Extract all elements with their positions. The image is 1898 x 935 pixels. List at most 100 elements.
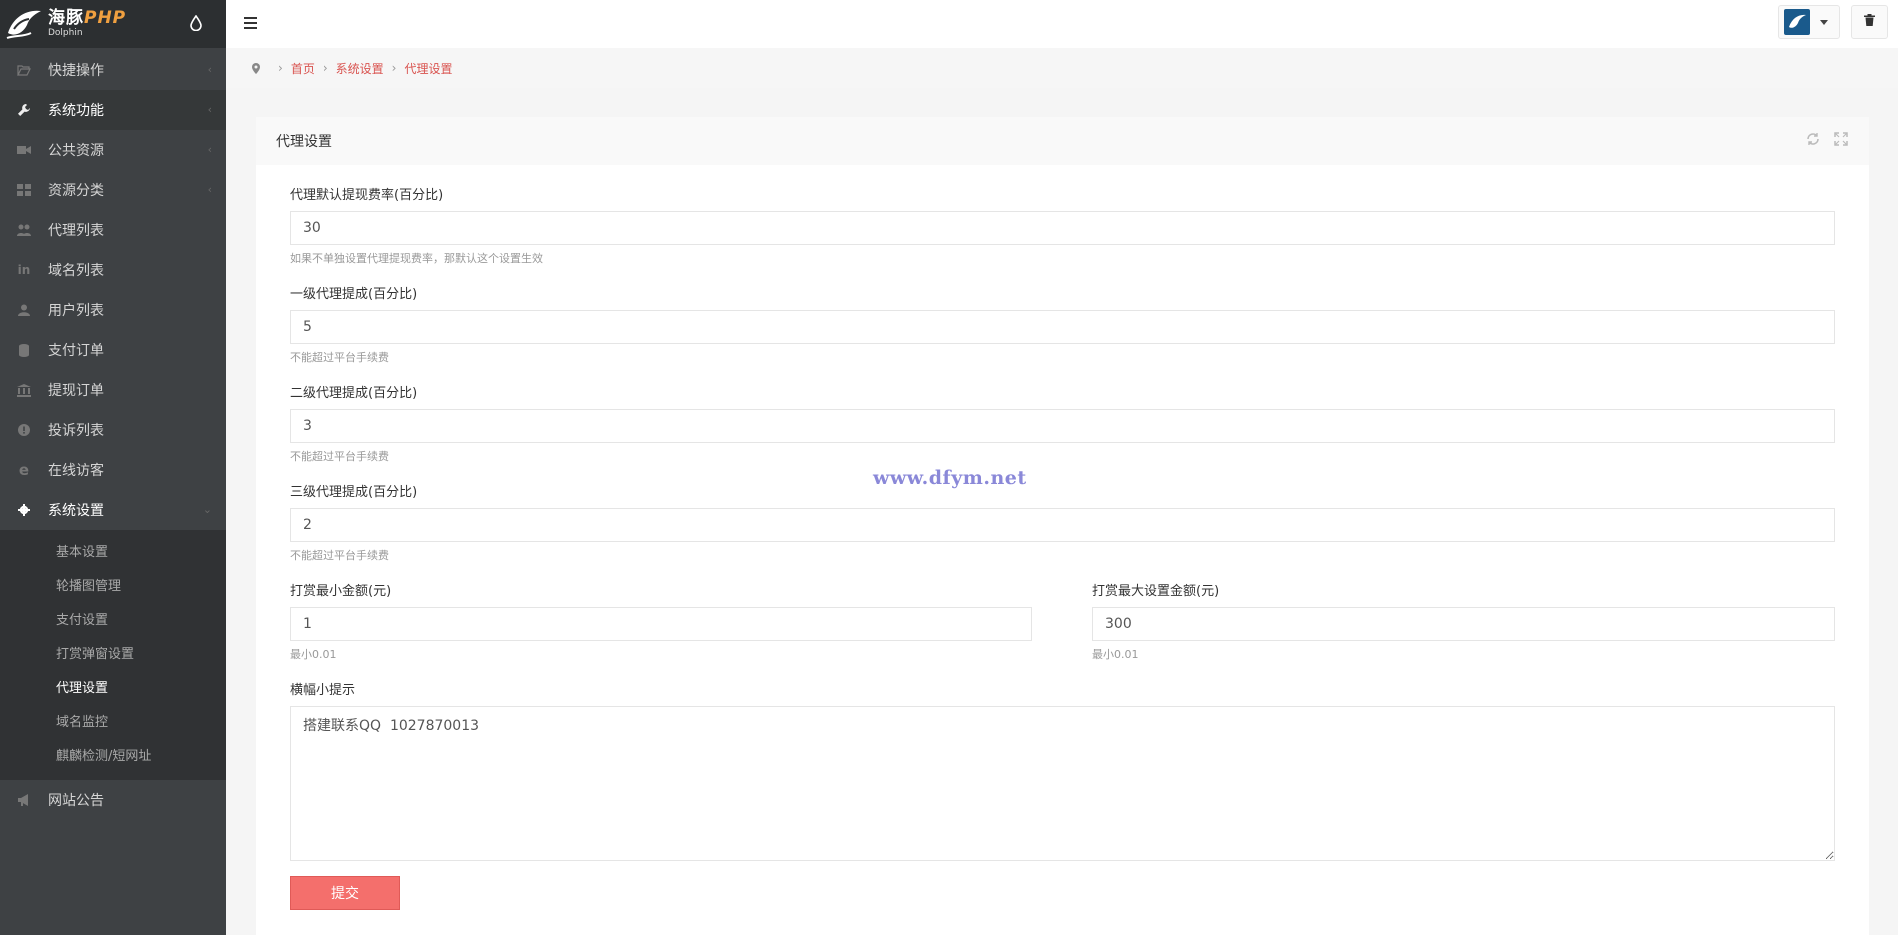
caret-down-icon (1820, 19, 1828, 25)
submit-button[interactable]: 提交 (290, 876, 400, 910)
sidebar-item-label: 提现订单 (48, 383, 104, 399)
brand-logo[interactable]: 海豚PHP Dolphin (0, 0, 226, 48)
breadcrumb-home[interactable]: 首页 (291, 60, 315, 77)
agent-settings-card: 代理设置 代理默认提现费率(百分比) 如果不单独设置代理提现费率，那默认这个设置… (256, 117, 1869, 935)
sidebar-item-label: 域名列表 (48, 263, 104, 279)
tip-min-hint: 最小0.01 (290, 648, 337, 661)
sidebar-item-system-functions[interactable]: 系统功能 ‹ (0, 90, 226, 130)
tip-min-input[interactable] (290, 607, 1032, 641)
alert-circle-icon (15, 423, 33, 437)
user-icon (15, 303, 33, 317)
gear-icon (15, 503, 33, 517)
tip-max-label: 打赏最大设置金额(元) (1092, 584, 1220, 599)
avatar (1784, 9, 1810, 35)
sidebar-item-site-announcement[interactable]: 网站公告 (0, 780, 226, 820)
tip-min-label: 打赏最小金额(元) (290, 584, 392, 599)
sidebar-item-label: 公共资源 (48, 143, 104, 159)
sidebar-subnav-system-settings: 基本设置 轮播图管理 支付设置 打赏弹窗设置 代理设置 域名监控 麒麟检测/短网… (0, 530, 226, 780)
breadcrumb-agent-settings[interactable]: 代理设置 (404, 60, 452, 77)
wrench-icon (15, 103, 33, 117)
sidebar-item-label: 网站公告 (48, 793, 104, 809)
sidebar-item-complaint-list[interactable]: 投诉列表 (0, 410, 226, 450)
sidebar: 海豚PHP Dolphin 快捷操作 ‹ 系统功能 ‹ 公共资源 ‹ 资源分类 … (0, 0, 226, 935)
sidebar-item-label: 代理列表 (48, 223, 104, 239)
refresh-icon[interactable] (1805, 131, 1821, 147)
form-group-banner-tip: 横幅小提示 搭建联系QQ 1027870013 (290, 682, 1835, 861)
sidebar-item-domain-list[interactable]: in 域名列表 (0, 250, 226, 290)
trash-icon (1864, 14, 1875, 30)
sidebar-item-system-settings[interactable]: 系统设置 ⌄ (0, 490, 226, 530)
level2-commission-input[interactable] (290, 409, 1835, 443)
sidebar-item-quick-actions[interactable]: 快捷操作 ‹ (0, 50, 226, 90)
fullscreen-icon[interactable] (1833, 131, 1849, 147)
withdraw-rate-input[interactable] (290, 211, 1835, 245)
breadcrumb-separator: › (322, 61, 328, 75)
breadcrumb-separator: › (391, 61, 397, 75)
sidebar-item-user-list[interactable]: 用户列表 (0, 290, 226, 330)
sidebar-item-label: 用户列表 (48, 303, 104, 319)
sidebar-item-agent-list[interactable]: 代理列表 (0, 210, 226, 250)
chevron-left-icon: ‹ (207, 183, 212, 196)
ie-icon: e (18, 461, 30, 479)
sidebar-subitem-carousel-management[interactable]: 轮播图管理 (0, 570, 226, 604)
sidebar-subitem-short-url[interactable]: 麒麟检测/短网址 (0, 740, 226, 774)
form-group-tip-min: 打赏最小金额(元) 最小0.01 (290, 583, 1032, 663)
sidebar-item-resource-categories[interactable]: 资源分类 ‹ (0, 170, 226, 210)
form-group-level3: 三级代理提成(百分比) 不能超过平台手续费 (290, 484, 1835, 564)
map-pin-icon (252, 62, 260, 74)
tip-max-input[interactable] (1092, 607, 1835, 641)
database-icon (15, 343, 33, 357)
grid-icon (15, 183, 33, 197)
sidebar-subitem-tip-popup-settings[interactable]: 打赏弹窗设置 (0, 638, 226, 672)
sidebar-item-label: 快捷操作 (48, 63, 104, 79)
chevron-left-icon: ‹ (207, 63, 212, 76)
brand-sub: Dolphin (48, 28, 83, 38)
sidebar-subitem-agent-settings[interactable]: 代理设置 (0, 672, 226, 706)
chevron-down-icon: ⌄ (202, 503, 212, 516)
sidebar-item-online-visitors[interactable]: e 在线访客 (0, 450, 226, 490)
sidebar-item-payment-orders[interactable]: 支付订单 (0, 330, 226, 370)
chevron-left-icon: ‹ (207, 103, 212, 116)
level2-commission-hint: 不能超过平台手续费 (290, 450, 389, 463)
card-header: 代理设置 (256, 117, 1869, 165)
sidebar-item-label: 系统设置 (48, 503, 104, 519)
withdraw-rate-label: 代理默认提现费率(百分比) (290, 188, 444, 203)
form-group-withdraw-rate: 代理默认提现费率(百分比) 如果不单独设置代理提现费率，那默认这个设置生效 (290, 187, 1835, 267)
sidebar-subitem-domain-monitor[interactable]: 域名监控 (0, 706, 226, 740)
sidebar-item-label: 资源分类 (48, 183, 104, 199)
level3-commission-input[interactable] (290, 508, 1835, 542)
sidebar-subitem-payment-settings[interactable]: 支付设置 (0, 604, 226, 638)
brand-name-php: PHP (84, 8, 127, 28)
menu-toggle-icon[interactable] (244, 17, 257, 29)
level2-commission-label: 二级代理提成(百分比) (290, 386, 418, 401)
form-group-level1: 一级代理提成(百分比) 不能超过平台手续费 (290, 286, 1835, 366)
banner-tip-textarea[interactable]: 搭建联系QQ 1027870013 (290, 706, 1835, 861)
sidebar-subitem-basic-settings[interactable]: 基本设置 (0, 536, 226, 570)
sidebar-item-label: 支付订单 (48, 343, 104, 359)
top-header (226, 0, 1898, 48)
level1-commission-hint: 不能超过平台手续费 (290, 351, 389, 364)
video-camera-icon (15, 143, 33, 157)
user-menu-button[interactable] (1778, 5, 1840, 39)
form-group-level2: 二级代理提成(百分比) 不能超过平台手续费 (290, 385, 1835, 465)
sidebar-nav: 快捷操作 ‹ 系统功能 ‹ 公共资源 ‹ 资源分类 ‹ 代理列表 in 域名列表 (0, 50, 226, 530)
folder-open-icon (15, 63, 33, 77)
brand-name-cn: 海豚 (48, 8, 84, 28)
dolphin-logo-icon (4, 4, 44, 44)
brand-text: 海豚PHP Dolphin (48, 10, 126, 38)
sidebar-item-public-resources[interactable]: 公共资源 ‹ (0, 130, 226, 170)
sidebar-item-label: 投诉列表 (48, 423, 104, 439)
theme-drop-icon[interactable] (190, 14, 204, 33)
sidebar-item-withdraw-orders[interactable]: 提现订单 (0, 370, 226, 410)
breadcrumb-system-settings[interactable]: 系统设置 (336, 60, 384, 77)
bank-icon (15, 383, 33, 397)
watermark-text: www.dfym.net (873, 467, 1027, 489)
page-title: 代理设置 (276, 134, 332, 150)
linkedin-icon: in (17, 263, 31, 277)
level3-commission-hint: 不能超过平台手续费 (290, 549, 389, 562)
level1-commission-input[interactable] (290, 310, 1835, 344)
clear-cache-button[interactable] (1851, 5, 1888, 39)
chevron-left-icon: ‹ (207, 143, 212, 156)
tip-max-hint: 最小0.01 (1092, 648, 1139, 661)
form-group-tip-max: 打赏最大设置金额(元) 最小0.01 (1092, 583, 1835, 663)
